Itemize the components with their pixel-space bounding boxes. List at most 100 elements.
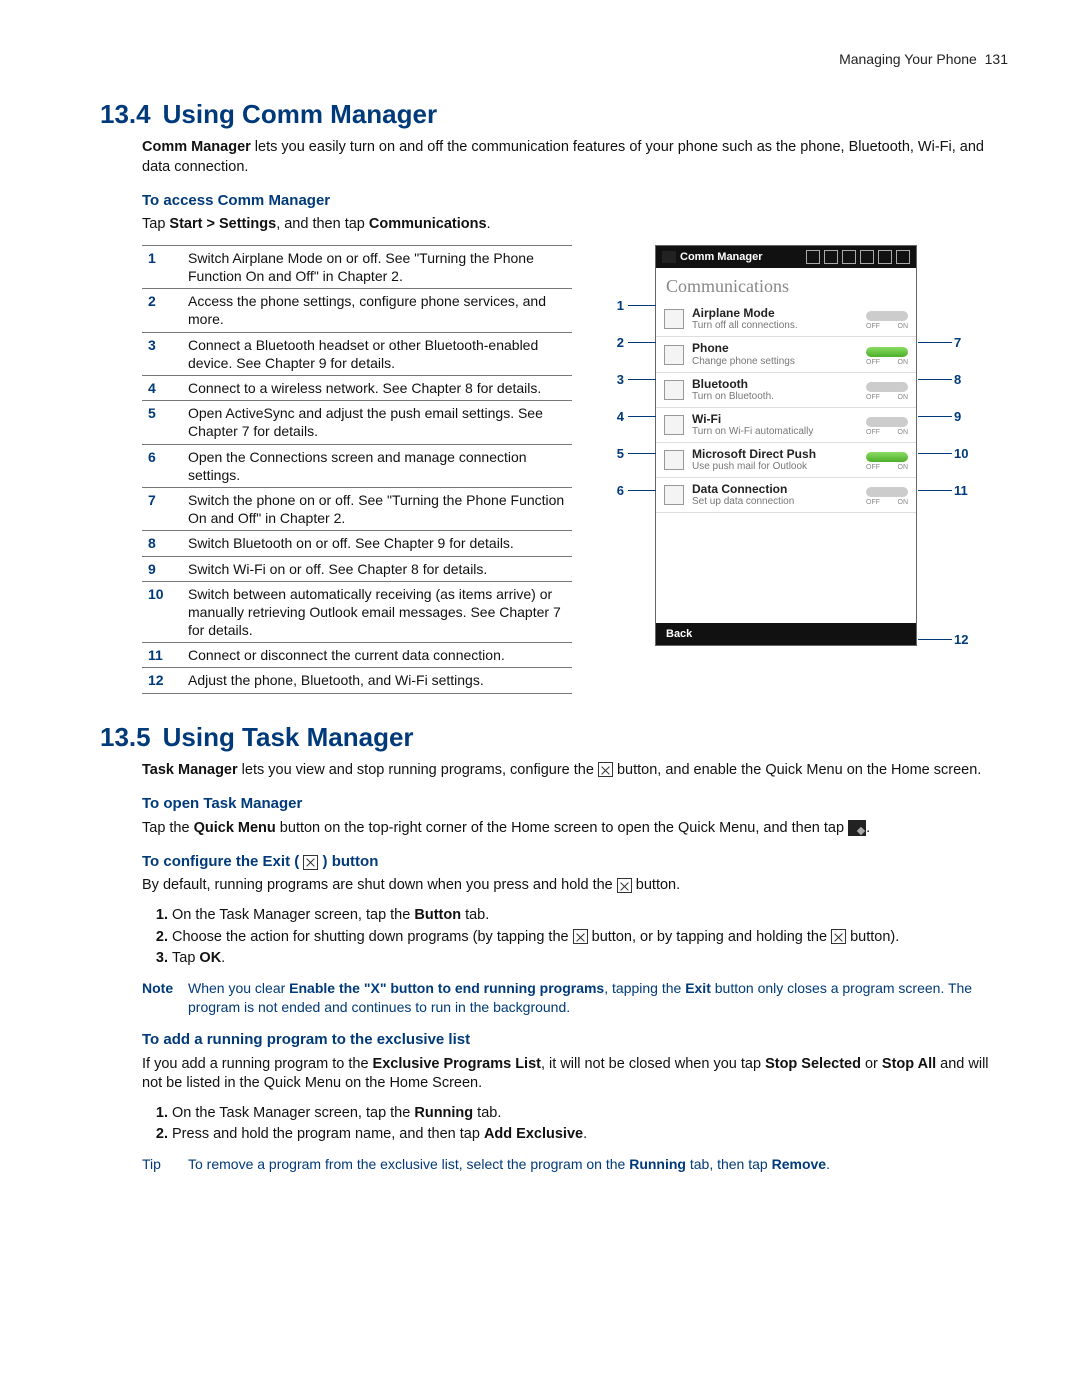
sub-configure-exit: To configure the Exit ( ) button <box>142 852 1008 872</box>
row-subtitle: Use push mail for Outlook <box>692 461 858 472</box>
header-text: Managing Your Phone <box>839 51 977 67</box>
definition-row: 10Switch between automatically receiving… <box>142 581 572 643</box>
signal-1x-icon <box>824 250 838 264</box>
back-softkey[interactable]: Back <box>666 627 692 642</box>
callout-left: 1 <box>606 297 624 315</box>
callout-left: 4 <box>606 408 624 426</box>
row-icon <box>664 309 684 329</box>
sub-open-task-manager: To open Task Manager <box>142 794 1008 814</box>
toggle[interactable]: OFFON <box>866 452 908 468</box>
callout-right: 7 <box>954 334 976 352</box>
definition-row: 12Adjust the phone, Bluetooth, and Wi-Fi… <box>142 668 572 693</box>
comm-row[interactable]: Wi-FiTurn on Wi-Fi automatically OFFON <box>656 408 916 443</box>
definition-text: Switch Bluetooth on or off. See Chapter … <box>182 531 572 556</box>
callout-right: 10 <box>954 445 976 463</box>
callout-left: 2 <box>606 334 624 352</box>
definition-row: 9Switch Wi-Fi on or off. See Chapter 8 f… <box>142 556 572 581</box>
step: On the Task Manager screen, tap the Butt… <box>172 906 1008 926</box>
row-title: Phone <box>692 342 858 355</box>
step: On the Task Manager screen, tap the Runn… <box>172 1104 1008 1124</box>
definition-num: 5 <box>142 401 182 444</box>
definition-text: Switch between automatically receiving (… <box>182 581 572 643</box>
screenshot-subtitle: Communications <box>656 268 916 302</box>
row-icon <box>664 450 684 470</box>
note-text: When you clear Enable the "X" button to … <box>188 979 1008 1017</box>
toggle[interactable]: OFFON <box>866 347 908 363</box>
add-exclusive-text: If you add a running program to the Excl… <box>142 1055 1008 1094</box>
section-num: 13.5 <box>100 722 151 752</box>
callout-right: 9 <box>954 408 976 426</box>
toggle[interactable]: OFFON <box>866 311 908 327</box>
comm-row[interactable]: Airplane ModeTurn off all connections.OF… <box>656 302 916 337</box>
definition-row: 7Switch the phone on or off. See "Turnin… <box>142 487 572 530</box>
row-title: Data Connection <box>692 483 858 496</box>
definition-num: 11 <box>142 643 182 668</box>
definition-num: 9 <box>142 556 182 581</box>
comm-row[interactable]: PhoneChange phone settings OFFON <box>656 337 916 372</box>
definition-num: 4 <box>142 376 182 401</box>
definition-text: Adjust the phone, Bluetooth, and Wi-Fi s… <box>182 668 572 693</box>
battery-icon <box>878 250 892 264</box>
definition-text: Switch Airplane Mode on or off. See "Tur… <box>182 245 572 288</box>
row-subtitle: Turn on Bluetooth. <box>692 391 858 402</box>
bluetooth-status-icon <box>806 250 820 264</box>
definition-text: Connect to a wireless network. See Chapt… <box>182 376 572 401</box>
row-title: Microsoft Direct Push <box>692 448 858 461</box>
definition-row: 3Connect a Bluetooth headset or other Bl… <box>142 332 572 375</box>
row-icon <box>664 415 684 435</box>
x-icon <box>573 929 588 944</box>
row-title: Wi-Fi <box>692 413 858 426</box>
callout-right: 8 <box>954 371 976 389</box>
callout-left: 6 <box>606 482 624 500</box>
screenshot-title: Comm Manager <box>680 250 802 265</box>
row-icon <box>664 345 684 365</box>
definition-num: 7 <box>142 487 182 530</box>
definition-num: 12 <box>142 668 182 693</box>
tip-label: Tip <box>142 1155 188 1174</box>
section-13-5-heading: 13.5Using Task Manager <box>100 720 1008 755</box>
definition-text: Open the Connections screen and manage c… <box>182 444 572 487</box>
configure-exit-text: By default, running programs are shut do… <box>142 876 1008 896</box>
row-title: Bluetooth <box>692 378 858 391</box>
screenshot-softkeys: Back <box>656 623 916 645</box>
definition-row: 6Open the Connections screen and manage … <box>142 444 572 487</box>
section-num: 13.4 <box>100 99 151 129</box>
row-subtitle: Turn on Wi-Fi automatically <box>692 426 858 437</box>
definition-row: 1Switch Airplane Mode on or off. See "Tu… <box>142 245 572 288</box>
toggle[interactable]: OFFON <box>866 487 908 503</box>
comm-row[interactable]: Data ConnectionSet up data connectionOFF… <box>656 478 916 513</box>
row-subtitle: Change phone settings <box>692 356 858 367</box>
step: Tap OK. <box>172 949 1008 969</box>
toggle[interactable]: OFFON <box>866 417 908 433</box>
section-13-4-heading: 13.4Using Comm Manager <box>100 97 1008 132</box>
definition-num: 10 <box>142 581 182 643</box>
callout-left: 5 <box>606 445 624 463</box>
comm-manager-screenshot: Comm Manager Communications Airplane Mod… <box>596 245 976 646</box>
x-icon <box>303 855 318 870</box>
signal-bars-icon <box>842 250 856 264</box>
row-title: Airplane Mode <box>692 307 858 320</box>
definition-text: Connect or disconnect the current data c… <box>182 643 572 668</box>
x-icon <box>617 878 632 893</box>
definition-row: 4Connect to a wireless network. See Chap… <box>142 376 572 401</box>
windows-flag-icon <box>662 251 676 263</box>
row-icon <box>664 380 684 400</box>
definition-num: 3 <box>142 332 182 375</box>
comm-row[interactable]: BluetoothTurn on Bluetooth. OFFON <box>656 373 916 408</box>
definition-row: 5Open ActiveSync and adjust the push ema… <box>142 401 572 444</box>
comm-row[interactable]: Microsoft Direct PushUse push mail for O… <box>656 443 916 478</box>
section-13-4-intro: Comm Manager lets you easily turn on and… <box>142 138 1008 177</box>
toggle[interactable]: OFFON <box>866 382 908 398</box>
x-icon <box>598 762 613 777</box>
x-icon <box>831 929 846 944</box>
definition-text: Open ActiveSync and adjust the push emai… <box>182 401 572 444</box>
definition-row: 8Switch Bluetooth on or off. See Chapter… <box>142 531 572 556</box>
step: Choose the action for shutting down prog… <box>172 928 1008 948</box>
sub-access-comm-manager: To access Comm Manager <box>142 191 1008 211</box>
definition-text: Connect a Bluetooth headset or other Blu… <box>182 332 572 375</box>
definition-row: 2Access the phone settings, configure ph… <box>142 289 572 332</box>
definition-text: Access the phone settings, configure pho… <box>182 289 572 332</box>
note-label: Note <box>142 979 188 1017</box>
callout-right: 11 <box>954 482 976 500</box>
callout-right: 12 <box>954 631 976 649</box>
